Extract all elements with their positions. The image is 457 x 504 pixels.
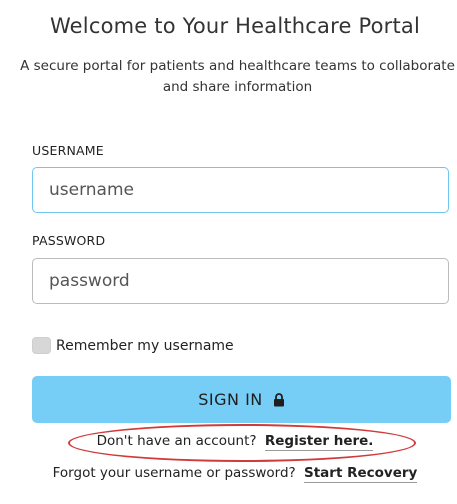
remember-checkbox[interactable] <box>32 337 51 354</box>
page-subtitle: A secure portal for patients and healthc… <box>0 56 457 98</box>
start-recovery-link[interactable]: Start Recovery <box>304 465 418 483</box>
recovery-row: Forgot your username or password? Start … <box>0 465 457 483</box>
subtitle-line-1: A secure portal for patients and healthc… <box>20 58 455 74</box>
page-title: Welcome to Your Healthcare Portal <box>49 14 421 38</box>
login-page: Welcome to Your Healthcare Portal A secu… <box>0 0 457 504</box>
register-link[interactable]: Register here. <box>264 433 374 451</box>
username-input[interactable] <box>32 167 449 213</box>
register-row: Don't have an account? Register here. <box>0 433 457 451</box>
subtitle-line-2: and share information <box>162 79 313 95</box>
lock-icon <box>273 392 284 406</box>
password-input[interactable] <box>32 258 449 304</box>
password-label: PASSWORD <box>32 233 106 248</box>
register-prompt: Don't have an account? <box>96 433 257 449</box>
sign-in-button[interactable]: SIGN IN <box>32 376 451 423</box>
recovery-prompt: Forgot your username or password? <box>52 465 296 481</box>
sign-in-label: SIGN IN <box>198 390 263 409</box>
remember-username-option[interactable]: Remember my username <box>32 337 234 354</box>
username-label: USERNAME <box>32 143 104 158</box>
remember-label: Remember my username <box>56 337 234 354</box>
